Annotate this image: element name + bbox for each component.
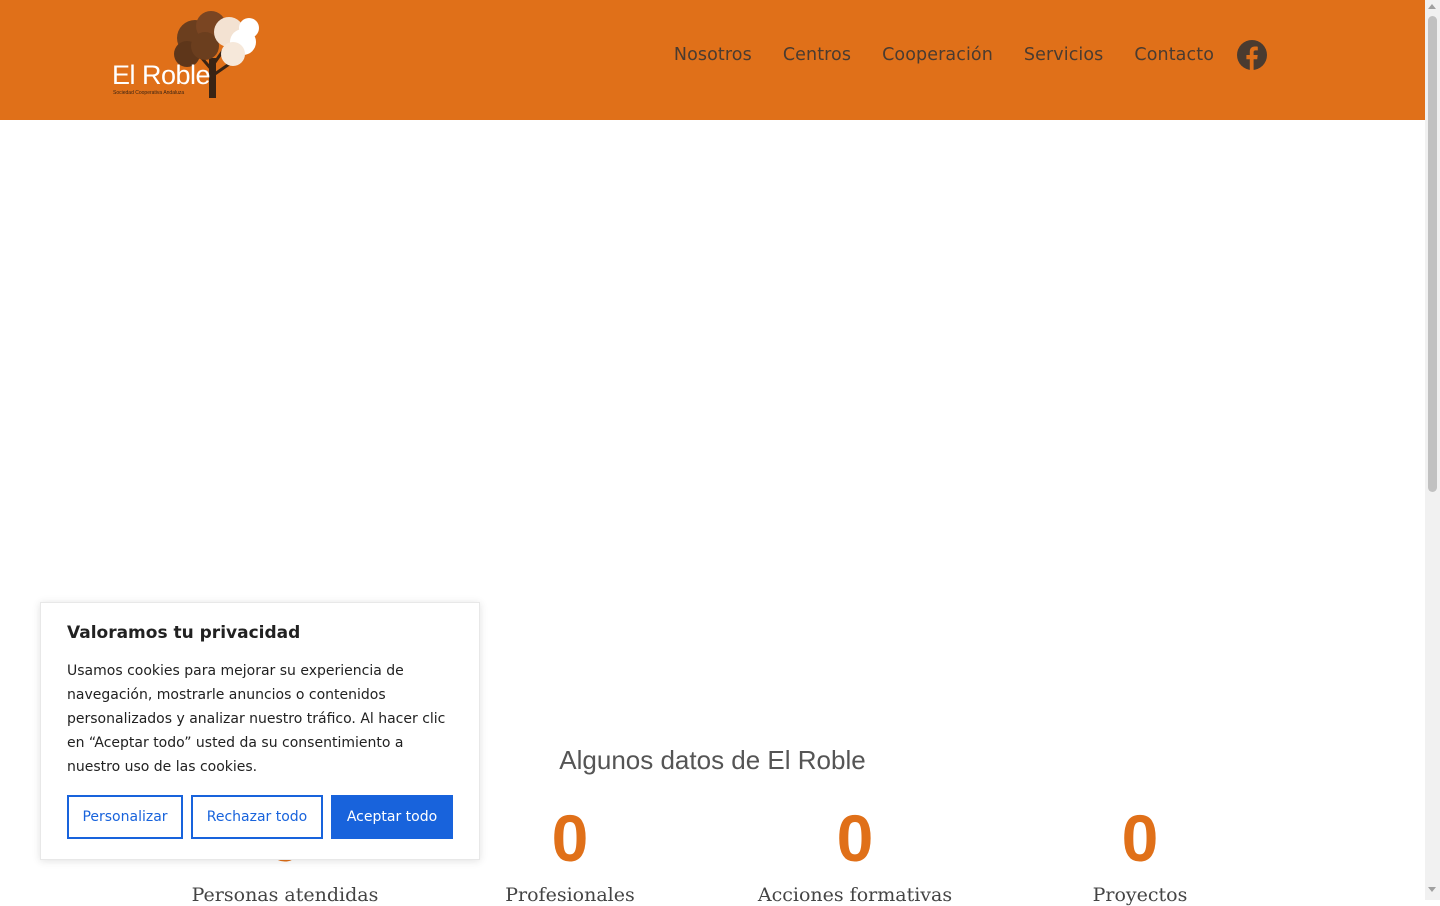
cookie-consent-banner: Valoramos tu privacidad Usamos cookies p… bbox=[40, 602, 480, 860]
stat-value: 0 bbox=[1121, 801, 1159, 875]
main-nav: Nosotros Centros Cooperación Servicios C… bbox=[674, 38, 1267, 72]
stat-value: 0 bbox=[836, 801, 874, 875]
stat-label: Proyectos bbox=[1092, 884, 1188, 906]
nav-item-cooperacion[interactable]: Cooperación bbox=[882, 45, 993, 65]
nav-item-servicios[interactable]: Servicios bbox=[1024, 45, 1104, 65]
nav-item-contacto[interactable]: Contacto bbox=[1134, 45, 1214, 65]
stat-acciones-formativas: 0 Acciones formativas bbox=[725, 800, 985, 906]
logo-title: El Roble bbox=[112, 60, 211, 90]
facebook-icon[interactable] bbox=[1237, 40, 1267, 70]
site-logo[interactable]: El Roble Sociedad Cooperativa Andaluza bbox=[110, 10, 270, 102]
scrollbar-thumb[interactable] bbox=[1428, 16, 1437, 492]
scroll-down-arrow-icon[interactable] bbox=[1428, 887, 1436, 892]
stat-label: Personas atendidas bbox=[191, 884, 379, 906]
cookie-text: Usamos cookies para mejorar su experienc… bbox=[67, 663, 446, 775]
reject-all-button[interactable]: Rechazar todo bbox=[191, 795, 323, 839]
accept-all-button[interactable]: Aceptar todo bbox=[331, 795, 453, 839]
stat-label: Acciones formativas bbox=[757, 884, 953, 906]
stat-label: Profesionales bbox=[505, 884, 635, 906]
logo-subtitle: Sociedad Cooperativa Andaluza bbox=[113, 90, 185, 96]
cookie-title: Valoramos tu privacidad bbox=[67, 623, 301, 643]
cookie-buttons: Personalizar Rechazar todo Aceptar todo bbox=[67, 795, 453, 839]
nav-item-nosotros[interactable]: Nosotros bbox=[674, 45, 752, 65]
site-header: El Roble Sociedad Cooperativa Andaluza N… bbox=[0, 0, 1425, 120]
scroll-up-arrow-icon[interactable] bbox=[1428, 4, 1436, 9]
stat-proyectos: 0 Proyectos bbox=[1010, 800, 1270, 906]
customize-button[interactable]: Personalizar bbox=[67, 795, 183, 839]
nav-item-centros[interactable]: Centros bbox=[783, 45, 851, 65]
